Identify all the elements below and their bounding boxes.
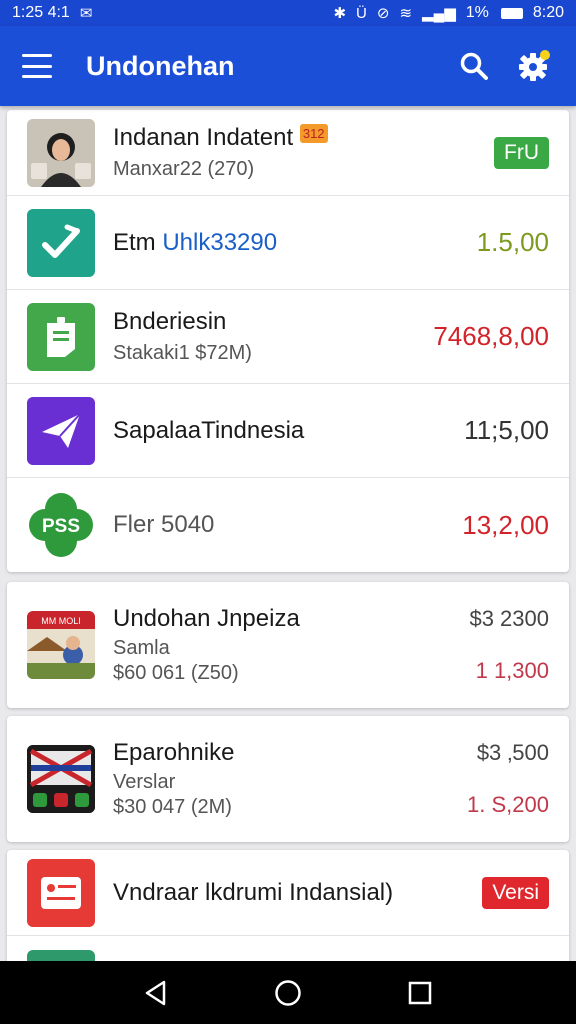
back-icon <box>145 980 166 1005</box>
list-item-title: Undohan Jnpeiza <box>113 605 300 632</box>
status-badge: FrU <box>494 136 549 169</box>
avatar <box>27 118 95 187</box>
settings-button[interactable] <box>514 46 554 86</box>
list-item-title: Fler 5040 <box>113 511 215 538</box>
list-item[interactable]: Etm Uhlk33290 1.5,00 <box>7 196 569 290</box>
dnd-icon: ⊘ <box>376 4 390 22</box>
navigation-bar <box>0 961 576 1024</box>
home-button[interactable] <box>266 971 310 1015</box>
pss-badge-icon: PSS <box>27 491 95 559</box>
list-item[interactable]: MM MOLI Undohan Jnpeiza Samla $60 061 (Z… <box>7 582 569 708</box>
list-item-title: Eparohnike <box>113 739 235 766</box>
wifi-icon: ≋ <box>399 4 413 22</box>
list-item[interactable]: Vndraar lkdrumi Indansial) Versi <box>7 850 569 936</box>
list-item-text: Vndraar lkdrumi Indansial) <box>113 879 482 907</box>
amount-total: $3 ‚500 <box>476 740 549 765</box>
amount-total: $3 2300 <box>469 606 549 631</box>
app-icon <box>27 950 95 961</box>
list-item-amount: 13,2,00 <box>462 509 549 540</box>
list-item-text: Eparohnike Verslar $30 047 (2M) <box>113 739 467 819</box>
app-title: Undonehan <box>86 50 235 81</box>
list-item-partial[interactable] <box>7 936 569 961</box>
amount-column: $3 ‚500 1. S,200 <box>467 736 549 822</box>
list-item[interactable]: SapalaaTindnesia 11;5,00 <box>7 384 569 478</box>
list-item-title: Bnderiesin <box>113 308 227 335</box>
list-item-amount: 1.5,00 <box>476 227 549 257</box>
vibrate-icon: Ü <box>356 4 367 22</box>
app-bar: Undonehan <box>0 26 576 106</box>
search-button[interactable] <box>454 46 494 86</box>
list-item-detail: $60 061 (Z50) <box>113 662 239 684</box>
notification-icon: ✉ <box>79 4 93 22</box>
recents-icon <box>408 981 432 1004</box>
list-item-text: Etm Uhlk33290 <box>113 229 477 257</box>
amount-due: 1 1,300 <box>475 658 549 683</box>
list-item-text: Undohan Jnpeiza Samla $60 061 (Z50) <box>113 605 469 685</box>
list-item-subtitle: Manxar22 (270) <box>113 158 255 180</box>
bluetooth-icon: ✱ <box>333 4 347 22</box>
status-bar: 1:25 4:1 ✉ ✱ Ü ⊘ ≋ ▂▄▆ 1% 8:20 <box>0 0 576 26</box>
list-item[interactable]: Bnderiesin Stakaki1 $72M) 7468,8,00 <box>7 290 569 384</box>
search-icon <box>460 52 488 80</box>
flag-app-icon <box>27 745 95 813</box>
list-item-text: SapalaaTindnesia <box>113 417 464 445</box>
svg-text:MM MOLI: MM MOLI <box>41 616 81 626</box>
list-item-amount: 11;5,00 <box>464 415 549 445</box>
list-item-subtitle: Stakaki1 $72M) <box>113 342 252 364</box>
list-item-subtitle: Verslar <box>113 771 176 793</box>
list-item-text: Indanan Indatent 312 Manxar22 (270) <box>113 124 494 181</box>
paper-plane-icon <box>27 396 95 465</box>
battery-percent: 1% <box>465 4 489 21</box>
amount-due: 1. S,200 <box>467 792 549 817</box>
recents-button[interactable] <box>398 971 442 1015</box>
menu-icon[interactable] <box>22 54 52 78</box>
list-item-text: Bnderiesin Stakaki1 $72M) <box>113 308 433 365</box>
version-badge[interactable]: Versi <box>482 876 549 909</box>
amount-column: $3 2300 1 1,300 <box>469 602 549 688</box>
check-app-icon <box>27 208 95 277</box>
card-primary: Indanan Indatent 312 Manxar22 (270) FrU … <box>7 110 569 572</box>
id-card-icon <box>27 858 95 927</box>
list-item-title: Etm Uhlk33290 <box>113 228 278 256</box>
list-item-text: Fler 5040 <box>113 511 462 539</box>
card-item[interactable]: Eparohnike Verslar $30 047 (2M) $3 ‚500 … <box>7 716 569 842</box>
content-list: Indanan Indatent 312 Manxar22 (270) FrU … <box>0 106 576 961</box>
flag-tag: 312 <box>299 124 328 143</box>
list-item[interactable]: PSS Fler 5040 13,2,00 <box>7 478 569 572</box>
list-item-detail: $30 047 (2M) <box>113 796 232 818</box>
home-icon <box>275 979 301 1006</box>
list-item-title: Indanan Indatent 312 <box>113 124 494 152</box>
card-item[interactable]: Vndraar lkdrumi Indansial) Versi <box>7 850 569 961</box>
status-clock: 8:20 <box>532 4 564 21</box>
list-item-amount: 7468,8,00 <box>433 321 549 351</box>
back-button[interactable] <box>134 971 178 1015</box>
signal-icon: ▂▄▆ <box>422 4 456 22</box>
svg-text:PSS: PSS <box>42 516 80 537</box>
list-item-title: SapalaaTindnesia <box>113 416 305 444</box>
list-item-subtitle: Samla <box>113 637 170 659</box>
card-item[interactable]: MM MOLI Undohan Jnpeiza Samla $60 061 (Z… <box>7 582 569 708</box>
thumbnail-image: MM MOLI <box>27 611 95 679</box>
battery-icon <box>500 7 523 19</box>
list-item[interactable]: Indanan Indatent 312 Manxar22 (270) FrU <box>7 110 569 196</box>
status-time: 1:25 4:1 <box>12 4 70 21</box>
document-app-icon <box>27 302 95 371</box>
gear-icon <box>519 50 550 81</box>
list-item-title: Vndraar lkdrumi Indansial) <box>113 878 394 906</box>
list-item[interactable]: Eparohnike Verslar $30 047 (2M) $3 ‚500 … <box>7 716 569 842</box>
